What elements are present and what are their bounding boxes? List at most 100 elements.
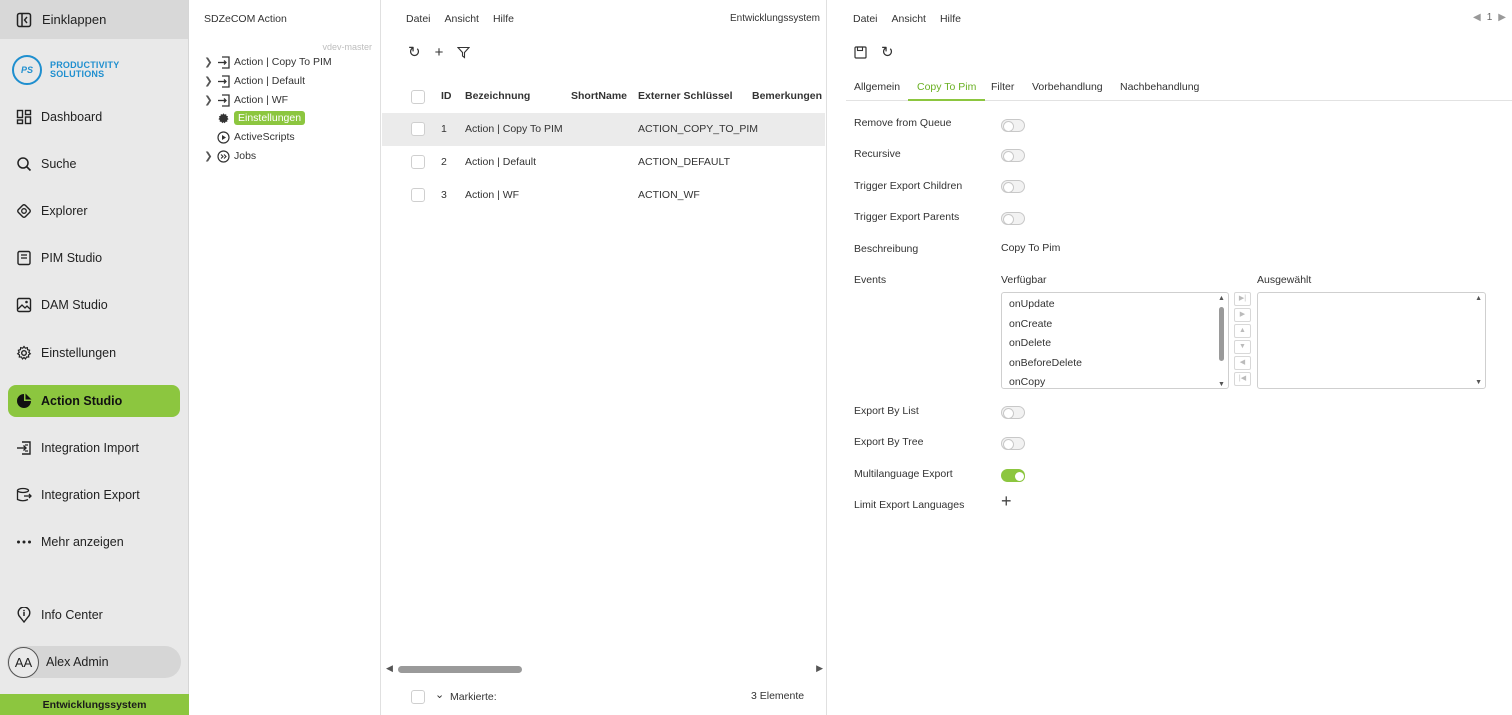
footer-checkbox[interactable] <box>411 690 425 704</box>
column-header-notes[interactable]: Bemerkungen <box>752 90 822 102</box>
row-checkbox[interactable] <box>411 188 425 202</box>
action-node-icon <box>218 93 230 107</box>
tree-item-activescripts[interactable]: ActiveScripts <box>217 129 295 145</box>
list-scrollbar[interactable]: ▲ ▼ <box>1218 295 1226 388</box>
chevron-right-icon[interactable]: ❯ <box>204 76 213 87</box>
trigger-export-children-toggle[interactable] <box>1001 180 1025 193</box>
chevron-down-icon[interactable]: ⌄ <box>435 688 444 701</box>
user-profile[interactable]: AA Alex Admin <box>7 646 181 678</box>
row-checkbox[interactable] <box>411 122 425 136</box>
nav-item-action-studio[interactable]: Action Studio <box>8 385 180 417</box>
save-icon[interactable] <box>854 46 867 59</box>
horizontal-scrollbar[interactable]: ◀ ▶ <box>386 663 823 675</box>
column-header-name[interactable]: Bezeichnung <box>465 90 530 102</box>
add-language-icon[interactable]: + <box>1001 492 1012 510</box>
nav-item-explorer[interactable]: Explorer <box>8 195 180 227</box>
filter-icon[interactable] <box>457 46 471 59</box>
move-down-icon[interactable]: ▼ <box>1234 340 1251 354</box>
nav-item-pim-studio[interactable]: PIM Studio <box>8 242 180 274</box>
nav-item-dam-studio[interactable]: DAM Studio <box>8 289 180 321</box>
tree-item-label: Action | WF <box>234 94 289 106</box>
nav-item-settings[interactable]: Einstellungen <box>8 337 180 369</box>
chevron-right-icon[interactable]: ❯ <box>204 95 213 106</box>
nav-item-dashboard[interactable]: Dashboard <box>8 101 180 133</box>
tab-general[interactable]: Allgemein <box>854 81 900 99</box>
tab-copy-to-pim[interactable]: Copy To Pim <box>908 81 986 101</box>
menu-file[interactable]: Datei <box>406 13 431 25</box>
select-all-checkbox[interactable] <box>411 90 425 104</box>
add-icon[interactable]: + <box>435 45 444 60</box>
scroll-up-icon[interactable]: ▲ <box>1475 295 1482 302</box>
trigger-export-parents-toggle[interactable] <box>1001 212 1025 225</box>
nav-item-integration-import[interactable]: Integration Import <box>8 432 180 464</box>
column-header-id[interactable]: ID <box>441 90 452 102</box>
nav-item-integration-export[interactable]: Integration Export <box>8 479 180 511</box>
move-all-right-icon[interactable]: ▶| <box>1234 292 1251 306</box>
scroll-left-icon[interactable]: ◀ <box>386 663 393 674</box>
tree-panel: SDZeCOM Action vdev-master ❯ Action | Co… <box>190 0 381 715</box>
scrollbar-thumb[interactable] <box>398 666 522 673</box>
nav-item-search[interactable]: Suche <box>8 148 180 180</box>
recursive-toggle[interactable] <box>1001 149 1025 162</box>
play-circle-icon <box>217 130 230 144</box>
tree-item[interactable]: ❯ Action | Copy To PIM <box>204 54 332 70</box>
multilanguage-export-label: Multilanguage Export <box>854 468 953 480</box>
tree-item[interactable]: ❯ Action | Default <box>204 73 305 89</box>
multilanguage-export-toggle[interactable] <box>1001 469 1025 482</box>
list-item[interactable]: onDelete <box>1009 337 1051 349</box>
scroll-down-icon[interactable]: ▼ <box>1475 379 1482 386</box>
next-icon[interactable]: ▶ <box>1498 12 1506 23</box>
list-item[interactable]: onCreate <box>1009 318 1052 330</box>
scroll-down-icon[interactable]: ▼ <box>1218 381 1225 388</box>
menu-help[interactable]: Hilfe <box>493 13 514 25</box>
export-by-list-toggle[interactable] <box>1001 406 1025 419</box>
nav-item-more[interactable]: Mehr anzeigen <box>8 526 180 558</box>
selected-events-list[interactable]: ▲ ▼ <box>1257 292 1486 389</box>
table-row[interactable]: 3 Action | WF ACTION_WF <box>382 179 825 212</box>
tree-item-label: ActiveScripts <box>234 131 295 143</box>
description-value[interactable]: Copy To Pim <box>1001 242 1060 254</box>
refresh-icon[interactable]: ↻ <box>408 45 421 60</box>
tab-postprocessing[interactable]: Nachbehandlung <box>1120 81 1199 99</box>
tab-filter[interactable]: Filter <box>991 81 1014 99</box>
scroll-up-icon[interactable]: ▲ <box>1218 295 1225 302</box>
previous-icon[interactable]: ◀ <box>1473 12 1481 23</box>
cell-id: 1 <box>441 123 447 135</box>
menu-file[interactable]: Datei <box>853 13 878 25</box>
detail-tabs: Allgemein Copy To Pim Filter Vorbehandlu… <box>846 70 1512 101</box>
collapse-button[interactable]: Einklappen <box>0 0 188 39</box>
chevron-right-icon[interactable]: ❯ <box>204 57 213 68</box>
tree-item[interactable]: ❯ Action | WF <box>204 92 288 108</box>
scrollbar-thumb[interactable] <box>1219 307 1224 361</box>
move-left-icon[interactable]: ◀ <box>1234 356 1251 370</box>
available-events-list[interactable]: onUpdate onCreate onDelete onBeforeDelet… <box>1001 292 1229 389</box>
element-count: 3 Elemente <box>751 690 805 702</box>
move-up-icon[interactable]: ▲ <box>1234 324 1251 338</box>
more-icon <box>17 540 31 544</box>
remove-from-queue-toggle[interactable] <box>1001 119 1025 132</box>
list-panel: Datei Ansicht Hilfe Entwicklungssystem ↻… <box>382 0 827 715</box>
tree-item-settings[interactable]: Einstellungen <box>217 110 306 126</box>
scroll-right-icon[interactable]: ▶ <box>816 663 823 674</box>
table-row[interactable]: 2 Action | Default ACTION_DEFAULT <box>382 146 825 179</box>
menu-view[interactable]: Ansicht <box>892 13 926 25</box>
list-item[interactable]: onBeforeDelete <box>1009 357 1082 369</box>
refresh-icon[interactable]: ↻ <box>881 45 894 60</box>
list-item[interactable]: onUpdate <box>1009 298 1055 310</box>
chevron-right-icon[interactable]: ❯ <box>204 151 213 162</box>
list-item[interactable]: onCopy <box>1009 376 1045 388</box>
nav-label: Suche <box>41 157 77 171</box>
tree-item-jobs[interactable]: ❯ Jobs <box>204 148 256 164</box>
menu-help[interactable]: Hilfe <box>940 13 961 25</box>
table-row[interactable]: 1 Action | Copy To PIM ACTION_COPY_TO_PI… <box>382 113 825 146</box>
column-header-external-key[interactable]: Externer Schlüssel <box>638 90 733 102</box>
nav-item-info-center[interactable]: Info Center <box>8 599 180 631</box>
row-checkbox[interactable] <box>411 155 425 169</box>
menu-view[interactable]: Ansicht <box>445 13 479 25</box>
tab-preprocessing[interactable]: Vorbehandlung <box>1032 81 1103 99</box>
logo-mark: PS <box>12 55 42 85</box>
export-by-tree-toggle[interactable] <box>1001 437 1025 450</box>
move-right-icon[interactable]: ▶ <box>1234 308 1251 322</box>
move-all-left-icon[interactable]: |◀ <box>1234 372 1251 386</box>
column-header-shortname[interactable]: ShortName <box>571 90 627 102</box>
